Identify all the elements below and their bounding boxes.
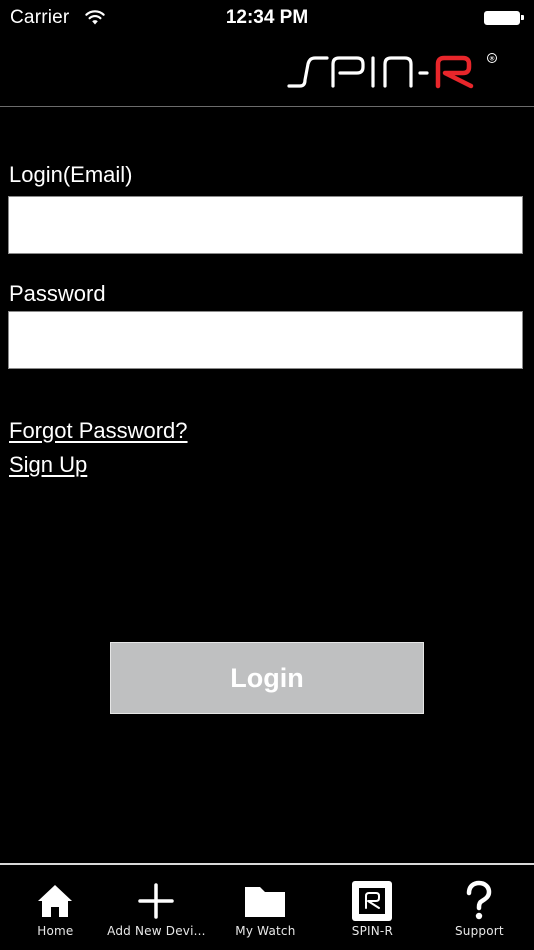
question-mark-icon: [467, 880, 492, 920]
folder-icon: [245, 887, 286, 917]
battery-icon: [484, 11, 524, 25]
sign-up-link[interactable]: Sign Up: [9, 452, 87, 478]
status-bar: Carrier 12:34 PM: [0, 0, 534, 38]
email-input[interactable]: [8, 196, 523, 254]
tab-home[interactable]: Home: [2, 865, 109, 950]
home-icon: [38, 885, 73, 917]
tab-label: My Watch: [235, 924, 296, 938]
login-button[interactable]: Login: [110, 642, 424, 714]
tab-label: Add New Devi...: [107, 924, 206, 938]
password-input[interactable]: [8, 311, 523, 369]
forgot-password-link[interactable]: Forgot Password?: [9, 418, 188, 444]
tab-support[interactable]: Support: [426, 865, 533, 950]
header-divider: [0, 106, 534, 107]
tab-bar: Home Add New Devi... My Watch SPIN-R Sup…: [0, 863, 534, 950]
email-label: Login(Email): [9, 162, 133, 187]
plus-icon: [138, 883, 175, 919]
tab-label: Support: [454, 924, 504, 938]
tab-add-new-device[interactable]: Add New Devi...: [103, 865, 210, 950]
tab-my-watch[interactable]: My Watch: [212, 865, 319, 950]
spin-r-logo: ®: [287, 53, 497, 89]
registered-mark: ®: [490, 55, 495, 63]
password-label: Password: [9, 281, 106, 306]
clock: 12:34 PM: [225, 7, 309, 28]
tab-label: Home: [37, 924, 74, 938]
tab-spin-r[interactable]: SPIN-R: [319, 865, 426, 950]
tab-label: SPIN-R: [351, 924, 394, 938]
spin-r-logo-icon: [352, 881, 393, 921]
navigation-bar: ®: [0, 38, 534, 106]
